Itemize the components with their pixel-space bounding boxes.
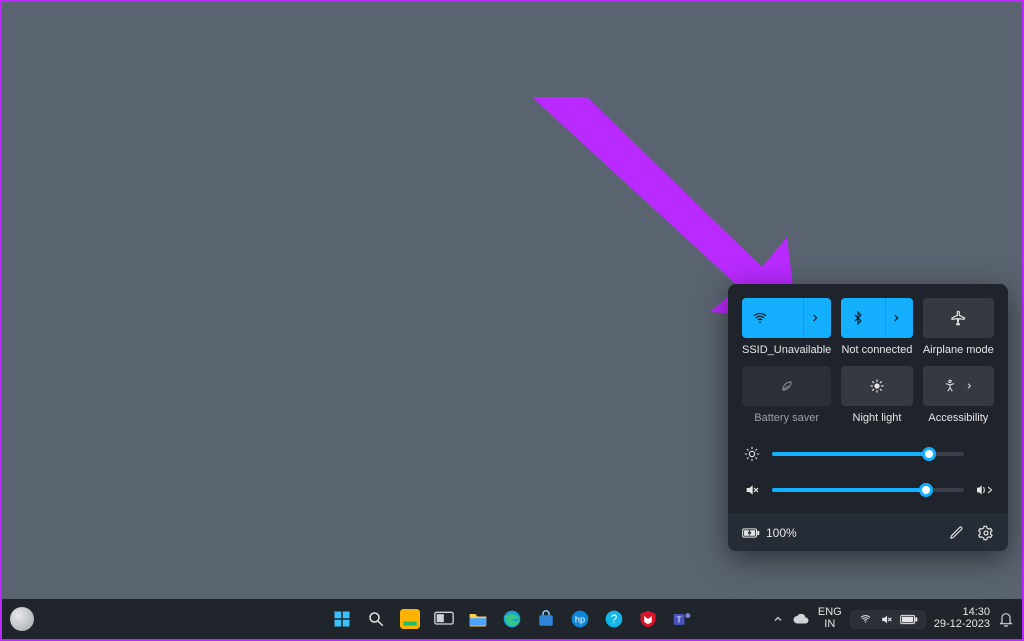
pinned-app-1[interactable] xyxy=(397,606,423,632)
battery-text: 100% xyxy=(766,526,797,540)
night-light-label: Night light xyxy=(841,412,912,424)
bluetooth-icon xyxy=(851,310,865,326)
notifications-icon[interactable] xyxy=(998,611,1014,627)
wifi-label: SSID_Unavailable xyxy=(742,344,831,356)
desktop[interactable]: SSID_Unavailable Not connected xyxy=(2,2,1022,639)
wifi-tray-icon xyxy=(858,613,873,625)
lang-bottom: IN xyxy=(818,619,842,631)
clock-date: 29-12-2023 xyxy=(934,619,990,631)
volume-tray-icon xyxy=(879,613,894,626)
wifi-tile[interactable] xyxy=(742,298,831,338)
airplane-tile[interactable] xyxy=(923,298,994,338)
accessibility-label: Accessibility xyxy=(923,412,994,424)
svg-text:hp: hp xyxy=(575,614,585,624)
get-help-button[interactable]: ? xyxy=(601,606,627,632)
taskbar-widgets[interactable] xyxy=(10,607,34,631)
file-explorer-button[interactable] xyxy=(465,606,491,632)
store-button[interactable] xyxy=(533,606,559,632)
wifi-expand[interactable] xyxy=(803,298,825,338)
pinned-app-2[interactable]: hp xyxy=(567,606,593,632)
airplane-label: Airplane mode xyxy=(923,344,994,356)
teams-button[interactable]: T xyxy=(669,606,695,632)
taskbar-right: ENG IN 14:30 29-12-2023 xyxy=(772,607,1014,630)
edit-quick-settings-icon[interactable] xyxy=(949,525,964,541)
volume-slider-row xyxy=(742,482,994,498)
brightness-slider-row xyxy=(742,446,994,462)
bluetooth-expand[interactable] xyxy=(885,298,907,338)
brightness-icon xyxy=(742,446,762,462)
mcafee-button[interactable] xyxy=(635,606,661,632)
edge-button[interactable] xyxy=(499,606,525,632)
settings-icon[interactable] xyxy=(978,525,994,541)
bluetooth-label: Not connected xyxy=(841,344,912,356)
svg-text:T: T xyxy=(677,614,682,624)
battery-icon xyxy=(742,527,760,539)
airplane-icon xyxy=(950,310,966,326)
battery-saver-label: Battery saver xyxy=(742,412,831,424)
accessibility-icon xyxy=(943,378,957,394)
svg-text:?: ? xyxy=(611,613,618,626)
night-light-icon xyxy=(869,378,885,394)
night-light-tile[interactable] xyxy=(841,366,912,406)
task-view-button[interactable] xyxy=(431,606,457,632)
search-button[interactable] xyxy=(363,606,389,632)
accessibility-tile[interactable] xyxy=(923,366,994,406)
brightness-slider[interactable] xyxy=(772,452,964,456)
language-indicator[interactable]: ENG IN xyxy=(818,607,842,630)
volume-slider[interactable] xyxy=(772,488,964,492)
start-button[interactable] xyxy=(329,606,355,632)
quick-settings-footer: 100% xyxy=(728,514,1008,551)
tray-overflow-icon[interactable] xyxy=(772,613,784,625)
clock[interactable]: 14:30 29-12-2023 xyxy=(934,607,990,630)
system-tray-cluster[interactable] xyxy=(850,610,926,629)
battery-status[interactable]: 100% xyxy=(742,526,797,540)
accessibility-expand[interactable] xyxy=(965,382,973,390)
weather-icon xyxy=(10,607,34,631)
wifi-icon xyxy=(752,310,768,326)
leaf-icon xyxy=(779,379,795,393)
volume-mute-icon[interactable] xyxy=(742,482,762,498)
taskbar: hp ? T ENG IN 14:30 29-12-2023 xyxy=(2,599,1022,639)
battery-tray-icon xyxy=(900,614,918,625)
taskbar-center: hp ? T xyxy=(329,606,695,632)
onedrive-tray-icon[interactable] xyxy=(792,613,810,625)
quick-settings-panel: SSID_Unavailable Not connected xyxy=(728,284,1008,551)
quick-settings-grid: SSID_Unavailable Not connected xyxy=(742,298,994,424)
bluetooth-tile[interactable] xyxy=(841,298,912,338)
audio-output-icon[interactable] xyxy=(974,483,994,497)
battery-saver-tile xyxy=(742,366,831,406)
